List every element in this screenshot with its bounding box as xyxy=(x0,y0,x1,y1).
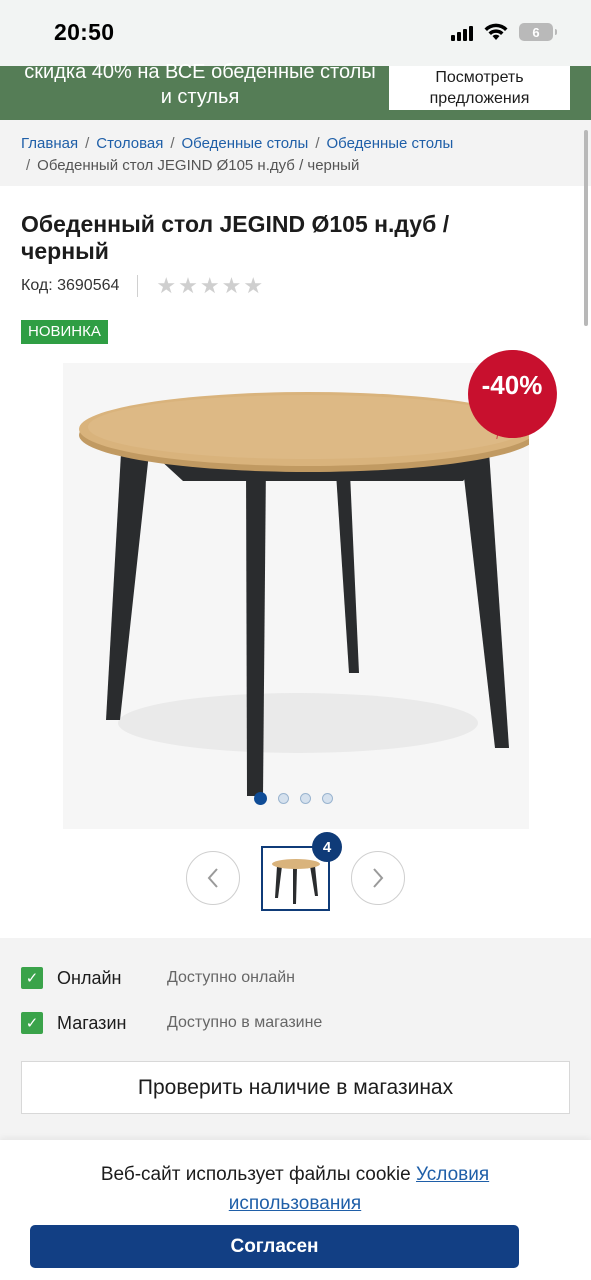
wifi-icon xyxy=(484,23,508,40)
gallery-dot-1[interactable] xyxy=(254,792,267,805)
breadcrumb-current: Обеденный стол JEGIND Ø105 н.дуб / черны… xyxy=(37,157,360,174)
breadcrumb-separator: / xyxy=(85,135,90,152)
product-meta: Код: 3690564 ★ ★ ★ ★ ★ xyxy=(21,274,263,298)
page-scrollbar[interactable] xyxy=(584,130,588,326)
promo-text: скидка 40% на ВСЕ обеденные столы и стул… xyxy=(24,61,376,108)
star-icon: ★ xyxy=(178,273,198,298)
breadcrumb-home[interactable]: Главная xyxy=(21,135,78,152)
availability-label: Магазин xyxy=(57,1012,127,1033)
breadcrumb-dining-tables-2[interactable]: Обеденные столы xyxy=(327,135,454,152)
view-offers-button[interactable]: Посмотреть предложения xyxy=(389,66,570,110)
battery-icon: 6 xyxy=(519,23,557,41)
gallery-dot-3[interactable] xyxy=(300,793,311,804)
checkmark-icon: ✓ xyxy=(21,1012,43,1034)
gallery-dot-2[interactable] xyxy=(278,793,289,804)
meta-divider xyxy=(137,275,139,297)
star-icon: ★ xyxy=(156,273,177,298)
gallery-dot-4[interactable] xyxy=(322,793,333,804)
star-icon: ★ xyxy=(243,273,264,298)
star-icon: ★ xyxy=(221,273,242,298)
product-image[interactable] xyxy=(63,363,529,829)
discount-badge: -40% xyxy=(481,370,543,400)
breadcrumb-separator: / xyxy=(315,135,320,152)
availability-status: Доступно онлайн xyxy=(167,969,296,986)
gallery-dots xyxy=(254,792,333,805)
breadcrumb-separator: / xyxy=(170,135,175,152)
cookie-text: Веб-сайт использует файлы cookie xyxy=(100,1164,411,1185)
status-icons: 6 xyxy=(451,22,557,42)
checkmark-icon: ✓ xyxy=(21,967,43,989)
breadcrumb: Главная / Столовая / Обеденные столы / Обеденн… xyxy=(0,120,591,186)
star-icon: ★ xyxy=(199,273,220,298)
availability-label: Онлайн xyxy=(57,967,122,988)
image-count-badge: 4 xyxy=(312,832,342,862)
breadcrumb-dining-tables[interactable]: Обеденные столы xyxy=(182,135,309,152)
product-code: Код: 3690564 xyxy=(21,277,120,294)
chevron-left-icon xyxy=(207,868,218,888)
availability-status: Доступно в магазине xyxy=(167,1014,323,1031)
availability-store: ✓ Магазин Доступно в магазине xyxy=(21,1011,322,1035)
chevron-right-icon xyxy=(373,868,384,888)
cookie-banner: Веб-сайт использует файлы cookie Условия… xyxy=(0,1140,591,1280)
availability-section: ✓ Онлайн Доступно онлайн ✓ Магазин Досту… xyxy=(0,938,591,1148)
breadcrumb-dining[interactable]: Столовая xyxy=(96,135,163,152)
table-image xyxy=(79,392,529,796)
status-bar: 20:50 6 xyxy=(0,0,591,66)
cookie-message: Веб-сайт использует файлы cookie Условия… xyxy=(40,1160,550,1218)
availability-online: ✓ Онлайн Доступно онлайн xyxy=(21,966,295,990)
gallery-next-button[interactable] xyxy=(351,851,405,905)
promo-banner: скидка 40% на ВСЕ обеденные столы и стул… xyxy=(0,61,591,120)
new-badge: НОВИНКА xyxy=(21,320,108,344)
product-title: Обеденный стол JEGIND Ø105 н.дуб / черны… xyxy=(21,211,450,264)
signal-icon xyxy=(451,23,473,41)
breadcrumb-separator: / xyxy=(26,157,31,174)
check-store-availability-button[interactable]: Проверить наличие в магазинах xyxy=(21,1061,570,1114)
accept-cookies-button[interactable]: Согласен xyxy=(30,1225,519,1268)
status-time: 20:50 xyxy=(54,19,115,45)
gallery-prev-button[interactable] xyxy=(186,851,240,905)
rating-stars[interactable]: ★ ★ ★ ★ ★ xyxy=(156,275,263,297)
